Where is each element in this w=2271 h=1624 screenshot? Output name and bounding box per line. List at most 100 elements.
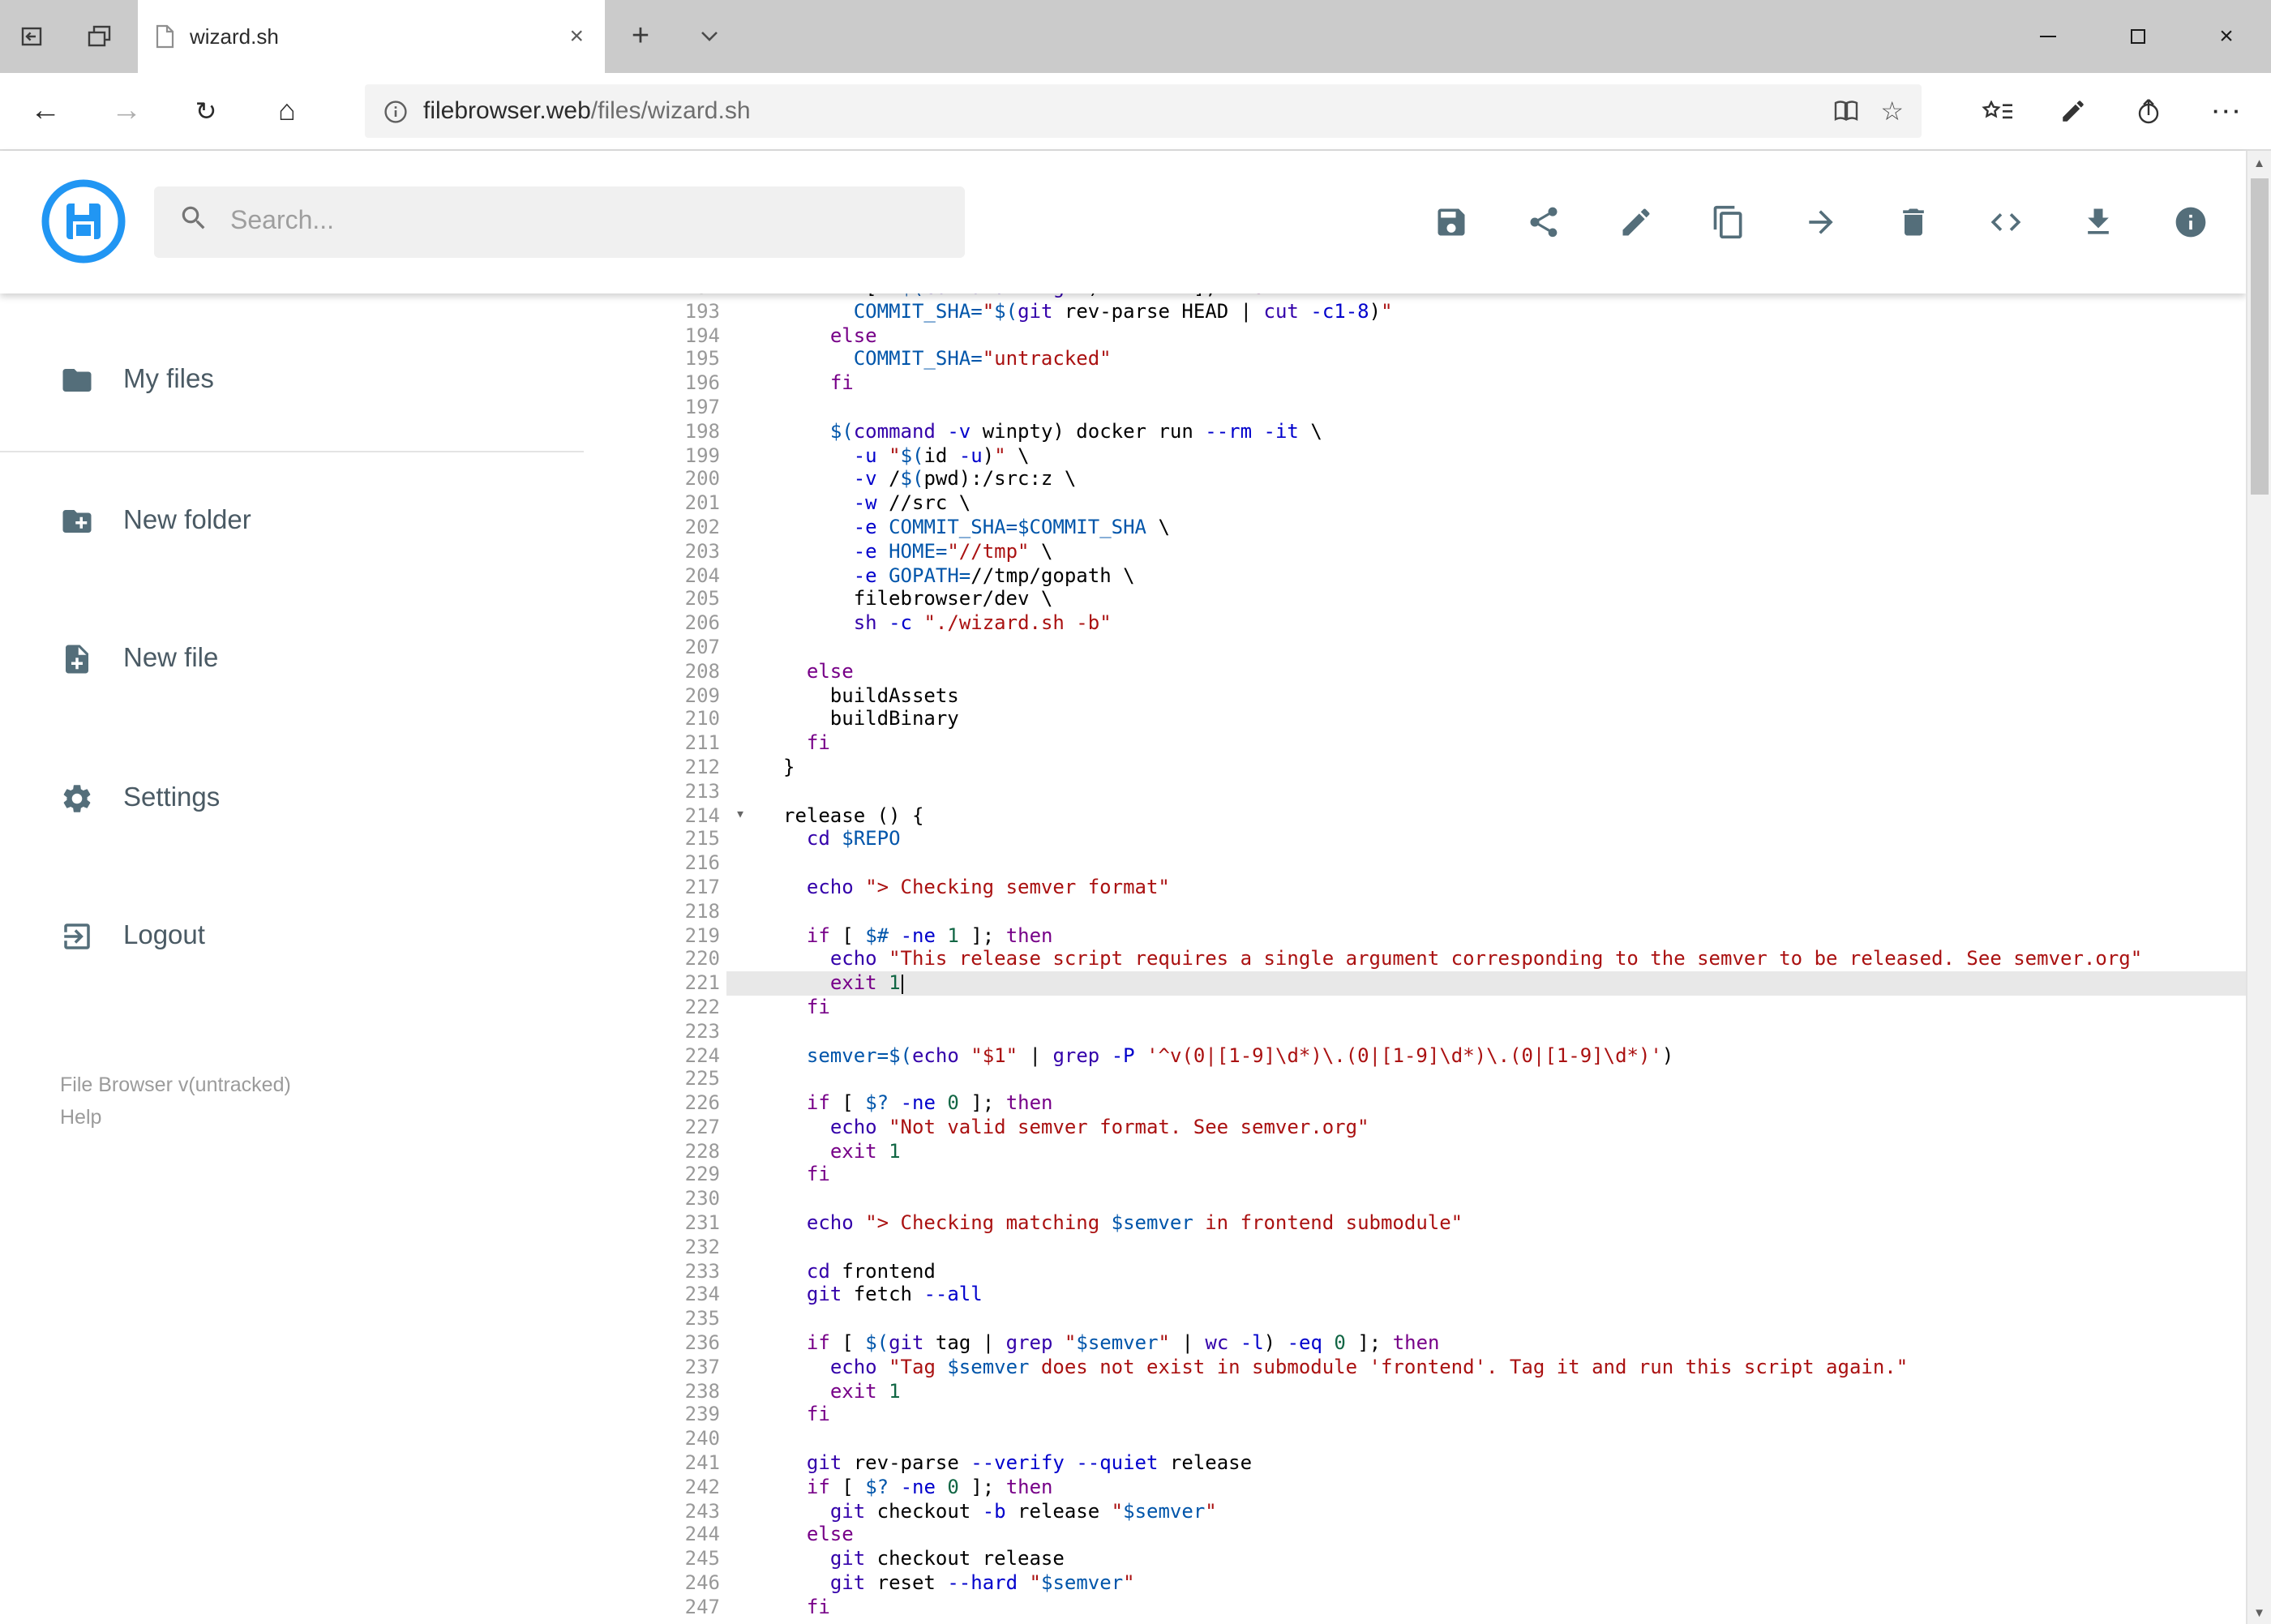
- code-line-239[interactable]: 239 fi: [584, 1403, 2246, 1428]
- site-info-icon[interactable]: [383, 98, 409, 124]
- back-button[interactable]: ←: [5, 73, 86, 149]
- rename-button[interactable]: [1617, 203, 1656, 242]
- code-line-202[interactable]: 202 -e COMMIT_SHA=$COMMIT_SHA \: [584, 516, 2246, 540]
- code-line-237[interactable]: 237 echo "Tag $semver does not exist in …: [584, 1356, 2246, 1380]
- code-line-213[interactable]: 213: [584, 779, 2246, 803]
- code-line-194[interactable]: 194 else: [584, 324, 2246, 348]
- code-line-205[interactable]: 205 filebrowser/dev \: [584, 588, 2246, 612]
- code-line-200[interactable]: 200 -v /$(pwd):/src:z \: [584, 468, 2246, 492]
- favorites-hub-button[interactable]: [1960, 73, 2035, 149]
- tab-list-button[interactable]: [676, 0, 741, 73]
- code-line-219[interactable]: 219 if [ $# -ne 1 ]; then: [584, 923, 2246, 948]
- sidebar-item-new-file[interactable]: New file: [0, 590, 584, 729]
- code-line-210[interactable]: 210 buildBinary: [584, 708, 2246, 732]
- more-menu-button[interactable]: ···: [2191, 73, 2265, 149]
- copy-button[interactable]: [1709, 203, 1748, 242]
- scrollbar-thumb[interactable]: [2250, 178, 2269, 495]
- code-line-196[interactable]: 196 fi: [584, 371, 2246, 396]
- close-tab-icon[interactable]: ×: [564, 23, 589, 50]
- sidebar-item-my-files[interactable]: My files: [0, 311, 584, 450]
- code-line-204[interactable]: 204 -e GOPATH=//tmp/gopath \: [584, 563, 2246, 588]
- code-line-242[interactable]: 242 if [ $? -ne 0 ]; then: [584, 1476, 2246, 1500]
- code-line-209[interactable]: 209 buildAssets: [584, 683, 2246, 708]
- help-link[interactable]: Help: [60, 1101, 291, 1133]
- sidebar-item-settings[interactable]: Settings: [0, 729, 584, 868]
- code-line-203[interactable]: 203 -e HOME="//tmp" \: [584, 540, 2246, 564]
- code-line-234[interactable]: 234 git fetch --all: [584, 1283, 2246, 1308]
- raw-code-button[interactable]: [1986, 203, 2025, 242]
- code-line-197[interactable]: 197: [584, 396, 2246, 420]
- code-line-231[interactable]: 231 echo "> Checking matching $semver in…: [584, 1211, 2246, 1236]
- share-button[interactable]: [1524, 203, 1563, 242]
- code-line-192[interactable]: 192 if [ "$(command -v git)" != "" ]; th…: [584, 294, 2246, 300]
- scroll-down-button[interactable]: ▼: [2247, 1600, 2271, 1624]
- code-line-226[interactable]: 226 if [ $? -ne 0 ]; then: [584, 1091, 2246, 1116]
- editor-pane[interactable]: 192 if [ "$(command -v git)" != "" ]; th…: [584, 294, 2246, 1624]
- code-line-199[interactable]: 199 -u "$(id -u)" \: [584, 443, 2246, 468]
- code-line-236[interactable]: 236 if [ $(git tag | grep "$semver" | wc…: [584, 1331, 2246, 1356]
- code-line-215[interactable]: 215 cd $REPO: [584, 828, 2246, 852]
- fold-marker[interactable]: ▾: [726, 803, 754, 828]
- favorite-star-button[interactable]: ☆: [1880, 95, 1904, 127]
- code-line-217[interactable]: 217 echo "> Checking semver format": [584, 876, 2246, 900]
- code-line-245[interactable]: 245 git checkout release: [584, 1547, 2246, 1571]
- code-line-223[interactable]: 223: [584, 1019, 2246, 1043]
- home-button[interactable]: ⌂: [246, 73, 328, 149]
- code-line-193[interactable]: 193 COMMIT_SHA="$(git rev-parse HEAD | c…: [584, 300, 2246, 324]
- search-bar[interactable]: [154, 186, 965, 258]
- code-line-227[interactable]: 227 echo "Not valid semver format. See s…: [584, 1116, 2246, 1140]
- move-button[interactable]: [1802, 203, 1840, 242]
- code-line-229[interactable]: 229 fi: [584, 1163, 2246, 1188]
- code-line-241[interactable]: 241 git rev-parse --verify --quiet relea…: [584, 1451, 2246, 1476]
- tabs-set-aside-button[interactable]: [0, 0, 66, 73]
- code-line-233[interactable]: 233 cd frontend: [584, 1259, 2246, 1283]
- url-field[interactable]: filebrowser.web/files/wizard.sh ☆: [365, 84, 1922, 138]
- tabs-preview-button[interactable]: [66, 0, 133, 73]
- code-line-232[interactable]: 232: [584, 1236, 2246, 1260]
- code-line-220[interactable]: 220 echo "This release script requires a…: [584, 948, 2246, 972]
- download-button[interactable]: [2079, 203, 2118, 242]
- code-line-228[interactable]: 228 exit 1: [584, 1139, 2246, 1163]
- new-tab-button[interactable]: +: [605, 0, 676, 73]
- sidebar-item-new-folder[interactable]: New folder: [0, 452, 584, 590]
- forward-button[interactable]: →: [86, 73, 167, 149]
- code-line-224[interactable]: 224 semver=$(echo "$1" | grep -P '^v(0|[…: [584, 1043, 2246, 1068]
- sidebar-item-logout[interactable]: Logout: [0, 868, 584, 1006]
- code-line-218[interactable]: 218: [584, 899, 2246, 923]
- code-line-247[interactable]: 247 fi: [584, 1596, 2246, 1620]
- code-line-230[interactable]: 230: [584, 1188, 2246, 1212]
- close-window-button[interactable]: ×: [2182, 0, 2271, 73]
- code-line-212[interactable]: 212}: [584, 756, 2246, 780]
- code-line-201[interactable]: 201 -w //src \: [584, 491, 2246, 516]
- code-line-221[interactable]: 221 exit 1: [584, 971, 2246, 996]
- minimize-button[interactable]: [2003, 0, 2093, 73]
- code-line-235[interactable]: 235: [584, 1308, 2246, 1332]
- maximize-button[interactable]: [2093, 0, 2182, 73]
- annotate-button[interactable]: [2035, 73, 2110, 149]
- vertical-scrollbar[interactable]: ▲ ▼: [2246, 151, 2271, 1624]
- code-line-216[interactable]: 216: [584, 851, 2246, 876]
- filebrowser-logo-icon[interactable]: [41, 178, 126, 264]
- code-line-238[interactable]: 238 exit 1: [584, 1379, 2246, 1403]
- save-button[interactable]: [1432, 203, 1471, 242]
- delete-button[interactable]: [1894, 203, 1933, 242]
- scroll-up-button[interactable]: ▲: [2247, 151, 2271, 175]
- code-line-195[interactable]: 195 COMMIT_SHA="untracked": [584, 348, 2246, 372]
- share-button[interactable]: [2113, 73, 2187, 149]
- code-line-240[interactable]: 240: [584, 1428, 2246, 1452]
- code-line-198[interactable]: 198 $(command -v winpty) docker run --rm…: [584, 420, 2246, 444]
- code-line-208[interactable]: 208 else: [584, 660, 2246, 684]
- search-input[interactable]: [230, 208, 941, 237]
- code-line-225[interactable]: 225: [584, 1068, 2246, 1092]
- code-line-243[interactable]: 243 git checkout -b release "$semver": [584, 1499, 2246, 1523]
- code-line-222[interactable]: 222 fi: [584, 996, 2246, 1020]
- tab-wizard-sh[interactable]: wizard.sh ×: [138, 0, 605, 73]
- code-line-214[interactable]: 214 ▾ release () {: [584, 803, 2246, 828]
- code-line-211[interactable]: 211 fi: [584, 731, 2246, 756]
- code-line-244[interactable]: 244 else: [584, 1523, 2246, 1548]
- code-line-246[interactable]: 246 git reset --hard "$semver": [584, 1571, 2246, 1596]
- reading-view-button[interactable]: [1832, 99, 1859, 123]
- info-button[interactable]: [2171, 203, 2210, 242]
- code-line-206[interactable]: 206 sh -c "./wizard.sh -b": [584, 611, 2246, 636]
- code-line-207[interactable]: 207: [584, 636, 2246, 660]
